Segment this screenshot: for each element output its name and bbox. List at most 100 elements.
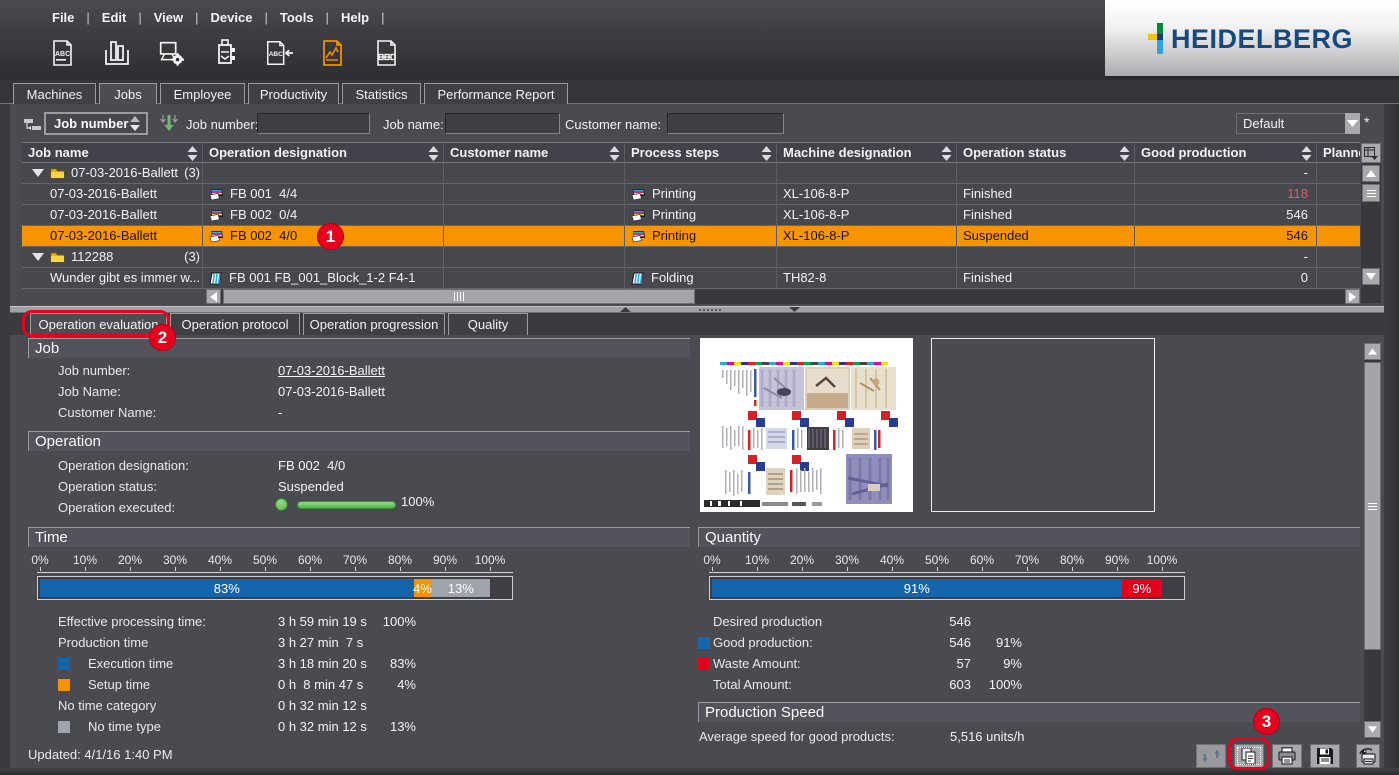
- column-chooser-button[interactable]: [1361, 143, 1381, 163]
- scale-tick: [40, 567, 41, 571]
- tab-operation-protocol[interactable]: Operation protocol: [170, 313, 300, 335]
- tab-jobs[interactable]: Jobs: [99, 83, 157, 104]
- job-row[interactable]: 07-03-2016-BallettFB 002 4/0PrintingXL-1…: [22, 226, 1360, 247]
- group-tree-icon[interactable]: [24, 118, 42, 132]
- export-button[interactable]: [1356, 744, 1380, 768]
- menu-file[interactable]: File: [40, 10, 86, 25]
- time-axis-line: [37, 572, 513, 573]
- job-group-name: 07-03-2016-Ballett: [71, 163, 178, 183]
- menu-view[interactable]: View: [142, 10, 195, 25]
- operation-designation-text: FB 001 FB_001_Block_1-2 F4-1: [229, 268, 415, 288]
- sort-icon[interactable]: [761, 146, 772, 163]
- view-preset-combo[interactable]: Default: [1236, 113, 1360, 134]
- table-scroll-up-button[interactable]: [1362, 165, 1380, 182]
- scale-tick-label: 20%: [790, 553, 814, 567]
- job-group-row[interactable]: 07-03-2016-Ballett(3)-: [22, 163, 1360, 184]
- scale-tick-label: 70%: [1015, 553, 1039, 567]
- panel-splitter[interactable]: [10, 306, 1384, 313]
- navigate-button[interactable]: [1196, 744, 1226, 768]
- column-chooser-icon: [1364, 147, 1378, 160]
- expander-icon[interactable]: [32, 253, 44, 261]
- scale-tick: [85, 567, 86, 571]
- table-scroll-down-button[interactable]: [1362, 268, 1380, 285]
- job-row[interactable]: Wunder gibt es immer w...FB 001 FB_001_B…: [22, 268, 1360, 289]
- job-report-icon[interactable]: ABC: [48, 37, 78, 69]
- column-header-machine-designation[interactable]: Machine designation: [777, 142, 957, 163]
- sort-icon[interactable]: [941, 146, 952, 163]
- sheet-preview-front[interactable]: [700, 338, 913, 512]
- job-group-row[interactable]: 112288(3)-: [22, 247, 1360, 268]
- sort-icon[interactable]: [1119, 146, 1130, 163]
- time-value: 3 h 27 min 7 s: [278, 632, 363, 653]
- device-settings-icon[interactable]: [156, 37, 186, 69]
- scale-tick-label: 60%: [970, 553, 994, 567]
- detail-vscrollbar-thumb[interactable]: [1364, 362, 1381, 650]
- customer-name-filter-input[interactable]: [667, 113, 784, 134]
- annotation-step-3: 3: [1253, 708, 1280, 735]
- menu-help[interactable]: Help: [329, 10, 381, 25]
- job-import-icon[interactable]: ABC: [264, 37, 294, 69]
- operation-status-value: Suspended: [278, 476, 344, 497]
- detail-scroll-down-button[interactable]: [1364, 721, 1381, 738]
- scale-tick: [400, 567, 401, 571]
- column-header-process-steps[interactable]: Process steps: [625, 142, 777, 163]
- tab-quality[interactable]: Quality: [448, 313, 528, 335]
- tab-statistics[interactable]: Statistics: [342, 83, 421, 104]
- quantity-percent: 9%: [971, 653, 1022, 674]
- job-name-filter-label: Job name:: [383, 117, 444, 132]
- tab-machines[interactable]: Machines: [13, 83, 96, 104]
- setup-time-legend: [58, 679, 70, 691]
- table-vscrollbar-thumb[interactable]: [1362, 184, 1380, 202]
- customer-name-label: Customer Name:: [58, 402, 156, 423]
- quantity-stacked-bar: 91%9%: [709, 576, 1185, 600]
- counter-stacker-icon[interactable]: [102, 37, 132, 69]
- column-header-operation-designation[interactable]: Operation designation: [203, 142, 444, 163]
- sort-icon[interactable]: [609, 146, 620, 163]
- column-header-planned[interactable]: Planned: [1317, 142, 1360, 163]
- process-step-text: Printing: [652, 184, 696, 204]
- process-chain-icon[interactable]: [372, 37, 402, 69]
- group-by-selector[interactable]: Job number: [44, 112, 148, 135]
- press-unit-icon[interactable]: [210, 37, 240, 69]
- job-name-filter-input[interactable]: [445, 113, 560, 134]
- cell-job-name: 07-03-2016-Ballett(3): [22, 163, 203, 184]
- detail-scroll-up-button[interactable]: [1364, 343, 1381, 360]
- menu-edit[interactable]: Edit: [90, 10, 139, 25]
- svg-text:ABC: ABC: [55, 51, 70, 58]
- column-header-job-name[interactable]: Job name: [22, 142, 203, 163]
- save-button[interactable]: [1310, 744, 1340, 768]
- expander-icon[interactable]: [32, 169, 44, 177]
- folding-icon: [631, 272, 645, 285]
- job-number-filter-label: Job number:: [186, 117, 258, 132]
- sort-icon[interactable]: [428, 146, 439, 163]
- column-header-customer-name[interactable]: Customer name: [444, 142, 625, 163]
- tab-operation-progression[interactable]: Operation progression: [303, 313, 445, 335]
- table-scroll-right-button[interactable]: [1345, 289, 1360, 304]
- column-header-good-production[interactable]: Good production: [1135, 142, 1317, 163]
- job-row[interactable]: 07-03-2016-BallettFB 002 0/4PrintingXL-1…: [22, 205, 1360, 226]
- job-row[interactable]: 07-03-2016-BallettFB 001 4/4PrintingXL-1…: [22, 184, 1360, 205]
- menu-device[interactable]: Device: [199, 10, 265, 25]
- job-number-row: Job number: 07-03-2016-Ballett: [28, 360, 690, 381]
- tab-employee[interactable]: Employee: [160, 83, 245, 104]
- quantity-percent: 91%: [971, 632, 1022, 653]
- combo-dropdown-button[interactable]: [1345, 113, 1360, 134]
- sheet-preview-back[interactable]: [931, 338, 1155, 512]
- print-button[interactable]: [1272, 744, 1302, 768]
- tab-performance-report[interactable]: Performance Report: [424, 83, 568, 104]
- sort-direction-icon[interactable]: [160, 114, 178, 134]
- job-number-link[interactable]: 07-03-2016-Ballett: [278, 360, 385, 381]
- scale-tick: [802, 567, 803, 571]
- save-icon: [1316, 747, 1334, 765]
- performance-report-icon[interactable]: [318, 37, 348, 69]
- menu-tools[interactable]: Tools: [268, 10, 326, 25]
- sort-icon[interactable]: [187, 146, 198, 163]
- column-header-operation-status[interactable]: Operation status: [957, 142, 1135, 163]
- job-number-filter-input[interactable]: [257, 113, 370, 134]
- table-scroll-left-button[interactable]: [206, 289, 221, 304]
- table-hscrollbar-thumb[interactable]: [223, 289, 695, 304]
- cell-good-production: 118: [1135, 184, 1317, 205]
- sort-icon[interactable]: [1301, 146, 1312, 163]
- cell-operation-designation: FB 001 4/4: [203, 184, 444, 205]
- tab-productivity[interactable]: Productivity: [248, 83, 339, 104]
